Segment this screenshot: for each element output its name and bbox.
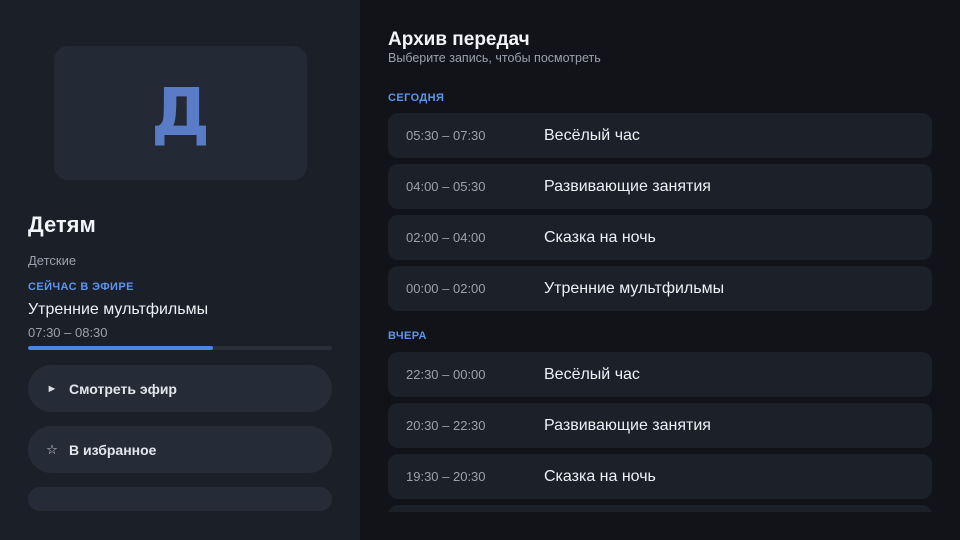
section-label-today: СЕГОДНЯ (388, 92, 445, 104)
now-on-air-title: Утренние мультфильмы (28, 301, 209, 318)
archive-row[interactable]: 02:00 – 04:00 Сказка на ночь (388, 215, 932, 260)
channel-logo: Д (54, 46, 307, 180)
archive-row[interactable]: 00:00 – 02:00 Утренние мультфильмы (388, 266, 932, 311)
add-to-favorites-label: В избранное (69, 441, 157, 458)
archive-panel: Архив передач Выберите запись, чтобы пос… (360, 0, 960, 540)
archive-row-title: Развивающие занятия (544, 177, 711, 195)
add-to-favorites-button[interactable]: ☆ В избранное (28, 426, 332, 473)
archive-row[interactable]: 22:30 – 00:00 Весёлый час (388, 352, 932, 397)
archive-row-title: Весёлый час (544, 365, 640, 383)
archive-row-time: 05:30 – 07:30 (406, 128, 486, 143)
archive-subtitle: Выберите запись, чтобы посмотреть (388, 51, 601, 65)
more-button[interactable] (28, 487, 332, 511)
now-progress-fill (28, 346, 214, 350)
archive-row-title: Весёлый час (544, 126, 640, 144)
channel-name: Детям (28, 212, 96, 237)
archive-row-title: Сказка на ночь (544, 467, 656, 485)
star-icon: ☆ (46, 441, 58, 457)
archive-row-time: 02:00 – 04:00 (406, 230, 486, 245)
archive-row-time: 19:30 – 20:30 (406, 469, 486, 484)
archive-list[interactable]: СЕГОДНЯ 05:30 – 07:30 Весёлый час 04:00 … (388, 82, 932, 512)
channel-genre: Детские (28, 253, 77, 268)
watch-live-label: Смотреть эфир (69, 380, 177, 397)
archive-row-time: 22:30 – 00:00 (406, 367, 486, 382)
archive-row[interactable]: 04:00 – 05:30 Развивающие занятия (388, 164, 932, 209)
now-on-air-time: 07:30 – 08:30 (28, 325, 108, 340)
archive-row-time: 04:00 – 05:30 (406, 179, 486, 194)
archive-row-title: Сказка на ночь (544, 228, 656, 246)
archive-row-time: 20:30 – 22:30 (406, 418, 486, 433)
play-icon: ► (46, 382, 58, 395)
channel-logo-letter: Д (151, 74, 210, 151)
now-on-air-label: СЕЙЧАС В ЭФИРЕ (28, 281, 134, 293)
archive-row[interactable]: 19:30 – 20:30 Сказка на ночь (388, 454, 932, 499)
archive-row[interactable] (388, 505, 932, 512)
archive-row-title: Развивающие занятия (544, 416, 711, 434)
archive-row-time: 00:00 – 02:00 (406, 281, 486, 296)
now-progress-bar (28, 346, 332, 350)
archive-row[interactable]: 05:30 – 07:30 Весёлый час (388, 113, 932, 158)
channel-panel: Д Детям Детские СЕЙЧАС В ЭФИРЕ Утренние … (0, 0, 360, 540)
watch-live-button[interactable]: ► Смотреть эфир (28, 365, 332, 412)
archive-title: Архив передач (388, 29, 530, 50)
archive-row[interactable]: 20:30 – 22:30 Развивающие занятия (388, 403, 932, 448)
section-label-yesterday: ВЧЕРА (388, 330, 427, 342)
archive-row-title: Утренние мультфильмы (544, 279, 725, 297)
